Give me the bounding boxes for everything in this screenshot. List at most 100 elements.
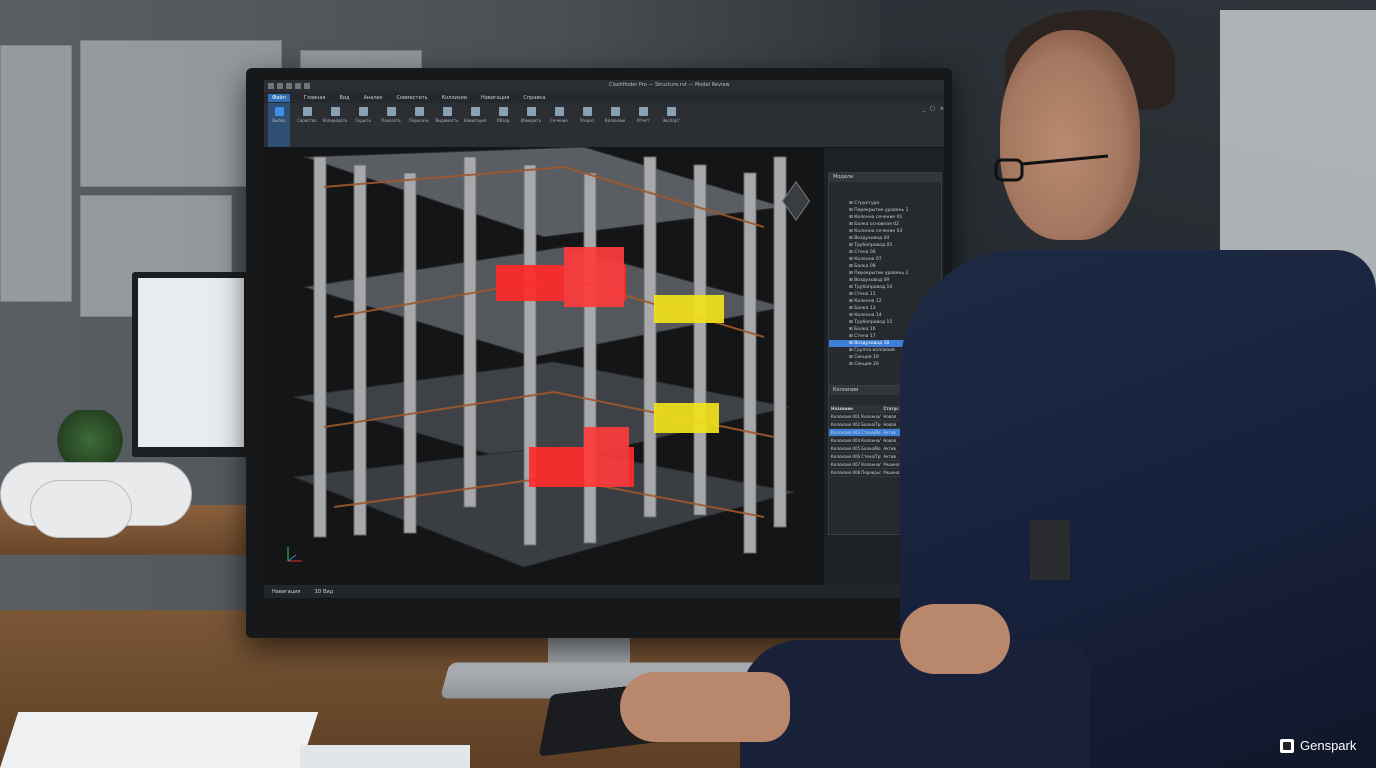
ribbon-tab[interactable]: Главная	[304, 95, 326, 101]
structural-column[interactable]	[773, 156, 787, 528]
column-header[interactable]: Название	[829, 405, 882, 413]
ribbon-button-label: Показать	[381, 118, 401, 123]
structural-column[interactable]	[403, 172, 417, 534]
tree-item[interactable]: ⊞ Воздуховод 04	[829, 235, 941, 242]
ribbon-tab[interactable]: Совместить	[396, 95, 427, 101]
ribbon-button[interactable]: Отчет	[632, 103, 654, 147]
clash-name: Коллизия 001 Колонна/Воздуховод	[829, 412, 882, 421]
tool-icon	[554, 107, 564, 116]
clash-status: Новая	[881, 412, 902, 421]
structural-column[interactable]	[523, 164, 537, 546]
tree-item[interactable]: ⊞ Стена 06	[829, 249, 941, 256]
window-title: Clashfinder Pro — Structure.rvt — Model …	[609, 82, 730, 88]
ribbon-button[interactable]: Скрыть	[352, 103, 374, 147]
tool-icon	[330, 107, 340, 116]
tree-item[interactable]: ⊞ Колонна сечение 01	[829, 214, 941, 221]
tool-icon	[302, 107, 312, 116]
tool-icon	[414, 107, 424, 116]
ribbon-button[interactable]: Обзор	[492, 103, 514, 147]
ribbon-button-label: Измерить	[520, 118, 542, 123]
clash-status: Актив	[881, 444, 902, 453]
quick-access-toolbar[interactable]	[268, 83, 310, 89]
3d-viewport[interactable]	[264, 146, 824, 585]
plant	[55, 410, 125, 470]
ribbon-button-label: Отчет	[636, 118, 650, 123]
wall-blueprint	[0, 45, 72, 302]
tree-item[interactable]: ⊞ Колонна 07	[829, 256, 941, 263]
tool-icon	[638, 107, 648, 116]
clash-name: Коллизия 002 Балка/Трубопровод	[829, 420, 882, 429]
ribbon-button-label: Сечение	[550, 118, 568, 123]
tool-icon	[498, 107, 508, 116]
clash-name: Коллизия 006 Стена/Трубопровод	[829, 452, 882, 461]
structural-column[interactable]	[743, 172, 757, 554]
tool-icon	[582, 107, 592, 116]
ribbon-button[interactable]: Измерить	[520, 103, 542, 147]
structural-column[interactable]	[693, 164, 707, 516]
clash-highlight-yellow[interactable]	[654, 403, 719, 433]
ribbon-tab[interactable]: Анализ	[364, 95, 383, 101]
ribbon-button-label: Свойства	[297, 118, 317, 123]
bim-app-screen: Clashfinder Pro — Structure.rvt — Model …	[264, 80, 944, 598]
tree-item[interactable]: ⊞ Балка основная 02	[829, 221, 941, 228]
tree-item[interactable]: ⊞ Воздуховод 09	[829, 277, 941, 284]
ribbon-button[interactable]: Экспорт	[660, 103, 682, 147]
ribbon-button[interactable]: Показать	[380, 103, 402, 147]
structural-column[interactable]	[583, 172, 597, 544]
structural-column[interactable]	[463, 156, 477, 508]
status-left: Навигация	[272, 588, 301, 595]
ribbon-tab[interactable]: Справка	[523, 95, 545, 101]
ribbon-tab[interactable]: Коллизии	[442, 95, 467, 101]
status-bar: Навигация 3D Вид	[264, 585, 944, 598]
window-control-button[interactable]: _	[923, 106, 926, 112]
person-hand	[900, 604, 1010, 674]
window-control-button[interactable]: ×	[940, 106, 944, 112]
watermark: Genspark	[1280, 738, 1356, 753]
ribbon-button[interactable]: Выбор	[268, 103, 290, 147]
ribbon-tab[interactable]: Навигация	[481, 95, 509, 101]
ribbon-button[interactable]: Пересечь	[408, 103, 430, 147]
ribbon-button[interactable]: Видимость	[435, 103, 459, 147]
paper-sheet	[0, 712, 319, 768]
structural-column[interactable]	[353, 164, 367, 536]
tool-icon	[442, 107, 452, 116]
clash-status: Новая	[881, 420, 902, 429]
ribbon: _ □ × Выбор Свойства Копировать Скрыть Показат…	[264, 103, 944, 148]
tool-icon	[274, 107, 284, 116]
tool-icon	[386, 107, 396, 116]
ribbon-button[interactable]: Сечение	[548, 103, 570, 147]
ribbon-tab[interactable]: Файл	[268, 93, 290, 102]
ribbon-tabs: Файл Главная Вид Анализ Совместить Коллизии На…	[264, 92, 944, 103]
clash-status: Решена	[881, 468, 902, 477]
ribbon-button-label: Обзор	[496, 118, 510, 123]
tree-item[interactable]: ⊞ Перекрытие уровень 2	[829, 270, 941, 277]
ribbon-button[interactable]: Коллизии	[604, 103, 626, 147]
ribbon-button-label: Видимость	[435, 118, 459, 123]
window-controls[interactable]: _ □ ×	[923, 106, 944, 112]
structural-column[interactable]	[313, 156, 327, 538]
ribbon-button[interactable]: Свойства	[296, 103, 318, 147]
tool-icon	[358, 107, 368, 116]
person-hand	[620, 672, 790, 742]
tree-item[interactable]: ⊞ Балка 08	[829, 263, 941, 270]
blueprint-roll	[30, 480, 132, 538]
tool-icon	[610, 107, 620, 116]
column-header[interactable]: Статус	[881, 405, 902, 413]
ribbon-button-label: Пересечь	[409, 118, 429, 123]
ribbon-tab[interactable]: Вид	[339, 95, 349, 101]
ribbon-button[interactable]: Копировать	[322, 103, 348, 147]
ribbon-button[interactable]: Навигация	[464, 103, 486, 147]
ribbon-button-label: Копировать	[322, 118, 348, 123]
tree-item[interactable]: ⊞ Перекрытие уровень 1	[829, 207, 941, 214]
tree-item[interactable]: ⊞ Структура	[829, 200, 941, 207]
structural-column[interactable]	[643, 156, 657, 518]
tree-item[interactable]: ⊞ Трубопровод 10	[829, 284, 941, 291]
clash-status: Новая	[881, 436, 902, 445]
clash-status: Актив	[881, 452, 902, 461]
window-control-button[interactable]: □	[930, 106, 935, 112]
tree-item[interactable]: ⊞ Трубопровод 05	[829, 242, 941, 249]
clash-highlight-yellow[interactable]	[654, 295, 724, 323]
clash-status: Решена	[881, 460, 902, 469]
ribbon-button[interactable]: Разрез	[576, 103, 598, 147]
tree-item[interactable]: ⊞ Колонна сечение 03	[829, 228, 941, 235]
